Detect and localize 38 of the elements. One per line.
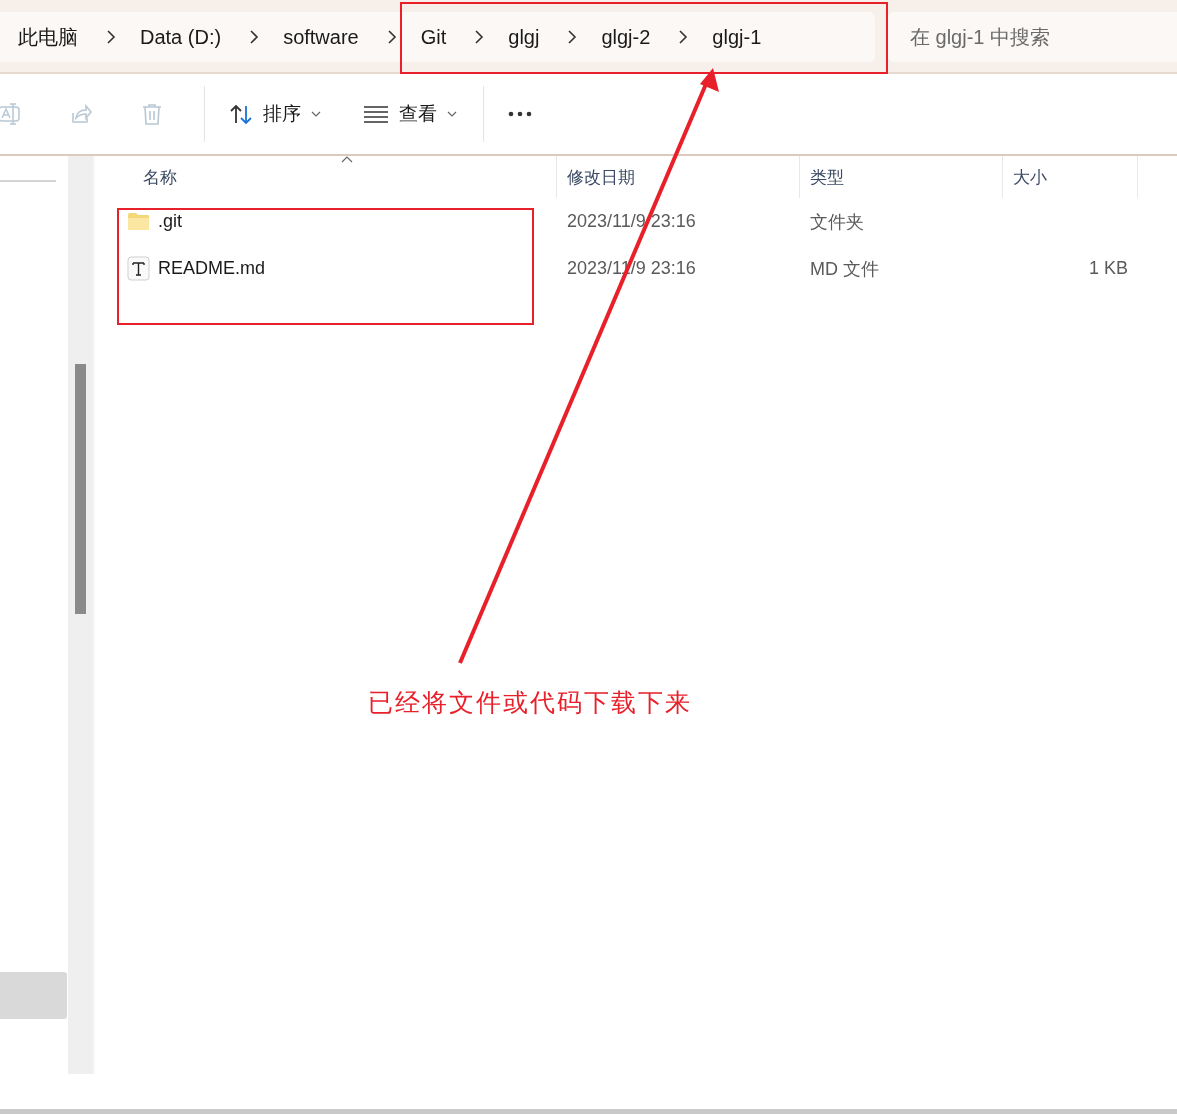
list-view-icon: [363, 104, 389, 124]
type-cell-text: 文件夹: [809, 210, 865, 234]
scrollbar[interactable]: [68, 156, 95, 1074]
column-header[interactable]: 大小: [1003, 156, 1138, 198]
chevron-icon[interactable]: [249, 30, 260, 44]
column-header[interactable]: 类型: [800, 156, 1003, 198]
file-name[interactable]: README.md: [158, 258, 265, 279]
breadcrumb-item[interactable]: Data (D:): [140, 25, 222, 49]
date-cell-text: 2023/11/9 23:16: [566, 211, 697, 232]
chevron-icon[interactable]: [567, 30, 578, 44]
address-bar[interactable]: 此电脑 Data (D:) software Git glgj glgj-2 glgj-1: [0, 12, 875, 62]
breadcrumb-item[interactable]: software: [283, 25, 359, 49]
size-cell-text: 1 KB: [1087, 258, 1129, 279]
chevron-icon[interactable]: [386, 30, 397, 44]
folder-icon: [127, 212, 150, 231]
sort-button[interactable]: 排序: [229, 101, 321, 127]
view-button[interactable]: 查看: [363, 101, 457, 127]
search-field[interactable]: 在 glgj-1 中搜索: [888, 12, 1177, 62]
breadcrumb-item[interactable]: glgj: [508, 25, 540, 49]
column-header[interactable]: 修改日期: [557, 156, 800, 198]
sort-caret-icon[interactable]: [341, 156, 353, 163]
chevron-icon[interactable]: [474, 30, 485, 44]
breadcrumb-item[interactable]: 此电脑: [18, 23, 78, 51]
chevron-icon[interactable]: [678, 30, 689, 44]
breadcrumb-item[interactable]: glgj-2: [601, 25, 651, 49]
breadcrumb-item[interactable]: glgj-1: [712, 25, 762, 49]
annotation-text: 已经将文件或代码下载下来: [368, 687, 692, 718]
sort-icon: [229, 103, 253, 125]
chevron-icon[interactable]: [106, 30, 116, 44]
dropdown-caret-icon[interactable]: [447, 111, 457, 117]
type-cell-text: MD 文件: [809, 257, 880, 281]
dropdown-caret-icon[interactable]: [311, 111, 321, 117]
text-file-icon: [127, 256, 150, 281]
breadcrumb-item[interactable]: Git: [420, 25, 447, 49]
scrollbar-thumb[interactable]: [75, 364, 86, 614]
file-name[interactable]: .git: [158, 211, 182, 232]
more-button[interactable]: [508, 111, 532, 117]
column-header[interactable]: 名称: [95, 156, 557, 198]
